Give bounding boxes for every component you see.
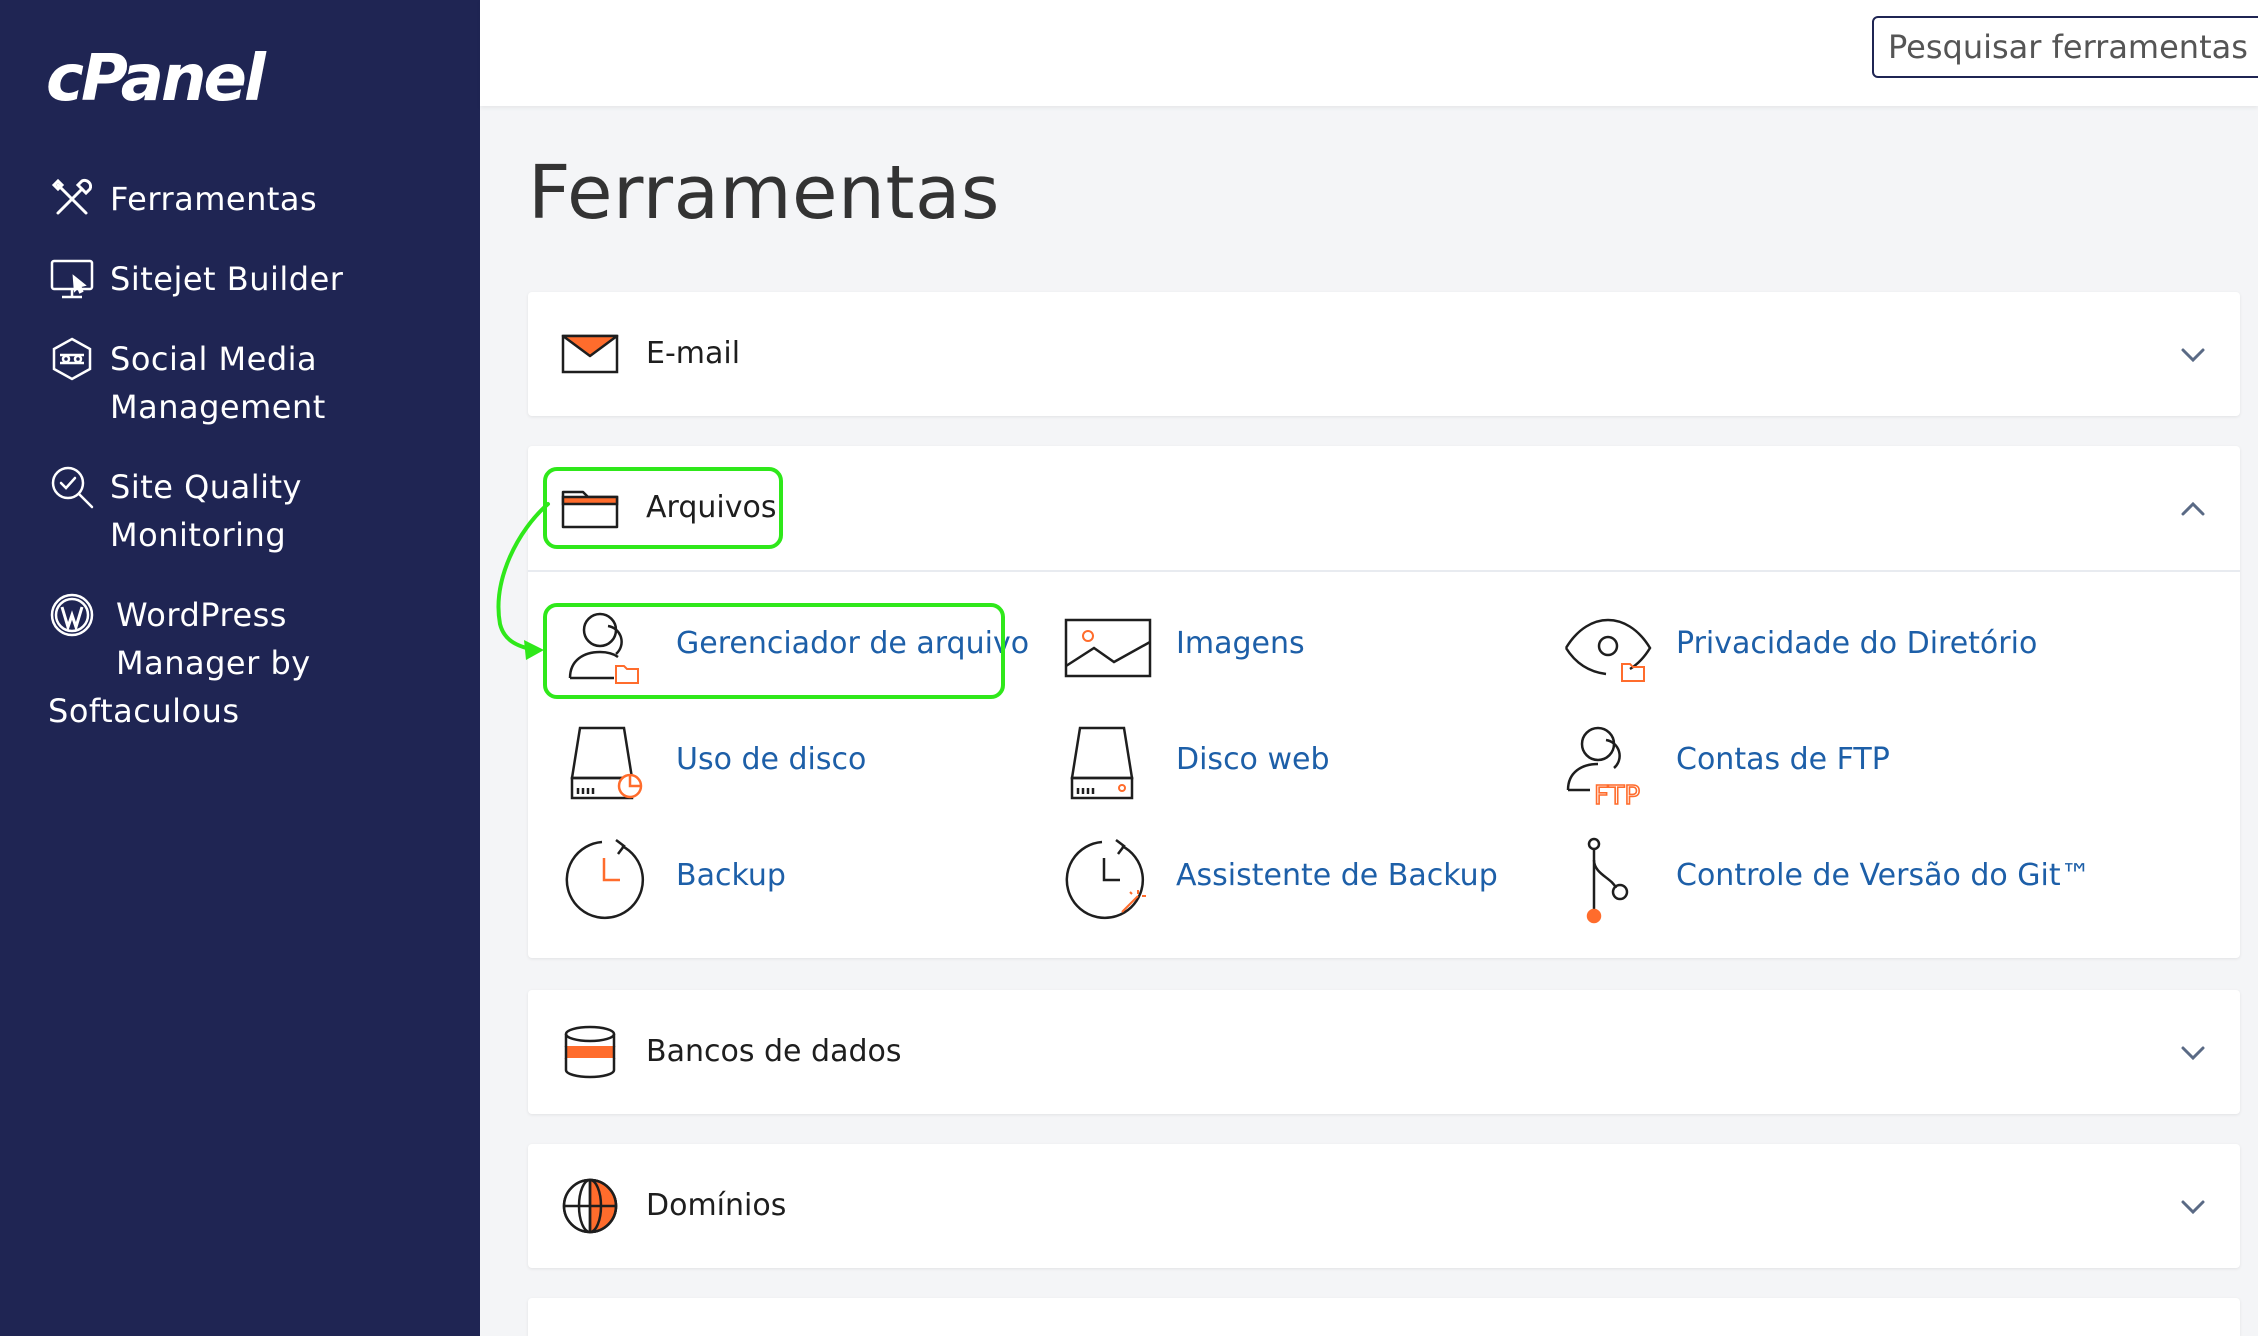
sidebar-item-label: Social Media Management [110,340,326,426]
section-email-header[interactable]: E-mail [528,292,2240,416]
tool-disk-usage[interactable]: Uso de disco [564,712,1044,808]
sidebar-item-label: Sitejet Builder [110,260,344,298]
monitor-icon [48,255,96,303]
tools-icon [48,175,96,223]
disk-usage-icon [564,720,652,808]
section-title: Bancos de dados [646,1034,902,1069]
social-media-icon [48,335,96,383]
sidebar-item-social-media[interactable]: Social Media Management [0,335,480,431]
tool-label: Disco web [1176,742,1330,777]
tool-label: Contas de FTP [1676,742,1890,777]
envelope-icon [560,324,620,384]
section-title: Domínios [646,1188,787,1223]
wordpress-icon [48,591,96,639]
tool-label: Gerenciador de arquivo [676,626,1030,661]
tool-git-version-control[interactable]: Controle de Versão do Git™ [1564,828,2091,924]
tool-backup-wizard[interactable]: Assistente de Backup [1064,828,1544,924]
section-title: Arquivos [646,490,777,525]
tool-file-manager[interactable]: Gerenciador de arquivo [564,596,1044,692]
section-email: E-mail [528,292,2240,416]
tool-images[interactable]: Imagens [1064,596,1544,692]
ftp-accounts-icon: FTP [1564,720,1652,812]
page-title: Ferramentas [528,150,1000,236]
tool-label: Assistente de Backup [1176,858,1498,893]
tool-label: Controle de Versão do Git™ [1676,858,2091,893]
image-icon [1064,604,1152,692]
tool-label: Imagens [1176,626,1305,661]
sidebar-item-label: Ferramentas [110,180,318,218]
cpanel-logo[interactable]: cPanel [46,42,266,116]
sidebar-item-sitejet[interactable]: Sitejet Builder [0,255,480,303]
database-icon [560,1022,620,1082]
section-next-partial [528,1298,2240,1336]
folder-icon [560,478,620,538]
section-arquivos: Arquivos Gerenciador de arquivo Imagens … [528,446,2240,958]
sidebar-item-label-line2: Manager by [116,644,311,682]
sidebar-item-label-line1: WordPress [116,596,287,634]
sidebar-item-label: Site Quality Monitoring [110,468,302,554]
web-disk-icon [1064,720,1152,808]
tool-directory-privacy[interactable]: Privacidade do Diretório [1564,596,2044,692]
svg-text:FTP: FTP [1594,781,1640,808]
backup-wizard-icon [1064,836,1152,924]
chevron-down-icon[interactable] [2176,338,2210,372]
section-domains-header[interactable]: Domínios [528,1144,2240,1268]
git-icon [1564,836,1652,924]
search-input[interactable] [1872,16,2258,78]
sidebar-item-label-line3: Softaculous [48,692,240,730]
tool-ftp-accounts[interactable]: FTP Contas de FTP [1564,712,2044,812]
tool-backup[interactable]: Backup [564,828,1044,924]
section-divider [528,570,2240,572]
tool-web-disk[interactable]: Disco web [1064,712,1544,808]
tool-label: Privacidade do Diretório [1676,626,2038,661]
chevron-up-icon[interactable] [2176,492,2210,526]
eye-folder-icon [1564,604,1652,692]
chevron-down-icon[interactable] [2176,1190,2210,1224]
sidebar-item-site-quality[interactable]: Site Quality Monitoring [0,463,480,559]
sidebar: cPanel Ferramentas Sitejet Builder Socia… [0,0,480,1336]
magnifier-check-icon [48,463,96,511]
file-manager-icon [564,604,652,692]
sidebar-nav: Ferramentas Sitejet Builder Social Media… [0,175,480,767]
sidebar-item-ferramentas[interactable]: Ferramentas [0,175,480,223]
chevron-down-icon[interactable] [2176,1036,2210,1070]
tool-label: Backup [676,858,786,893]
backup-clock-icon [564,836,652,924]
section-title: E-mail [646,336,741,371]
section-arquivos-header[interactable]: Arquivos [528,446,2240,570]
tool-label: Uso de disco [676,742,867,777]
section-databases-header[interactable]: Bancos de dados [528,990,2240,1114]
sidebar-item-wordpress[interactable]: WordPress Manager by Softaculous [0,591,480,735]
section-databases: Bancos de dados [528,990,2240,1114]
section-domains: Domínios [528,1144,2240,1268]
globe-icon [560,1176,620,1236]
